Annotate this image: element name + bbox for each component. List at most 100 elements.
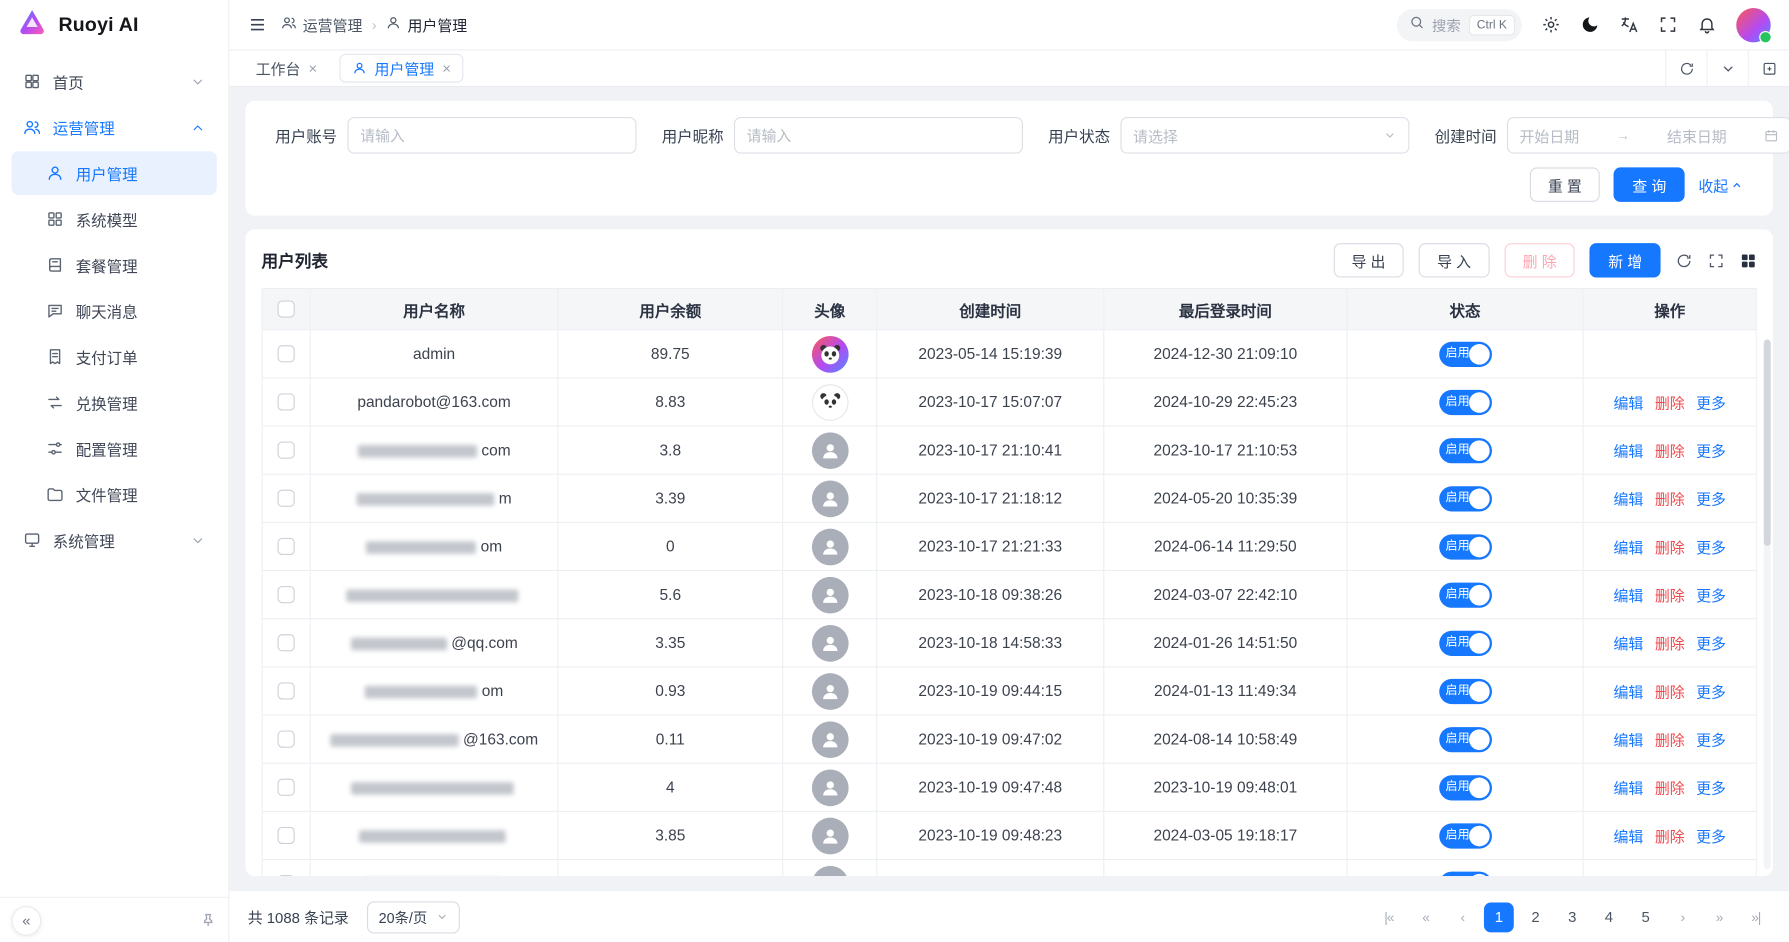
status-select[interactable]: 请选择: [1120, 117, 1409, 154]
more-link[interactable]: 更多: [1696, 394, 1726, 411]
collapse-filter-link[interactable]: 收起: [1698, 174, 1743, 196]
more-link[interactable]: 更多: [1696, 635, 1726, 652]
page-size-select[interactable]: 20条/页: [367, 901, 459, 933]
sidebar-subitem-1-7[interactable]: 文件管理: [11, 472, 216, 516]
content-fullscreen-icon[interactable]: [1748, 50, 1789, 86]
sidebar-item-1[interactable]: 运营管理: [11, 106, 216, 150]
more-link[interactable]: 更多: [1696, 443, 1726, 460]
sidebar-subitem-1-4[interactable]: 支付订单: [11, 335, 216, 379]
row-checkbox[interactable]: [278, 827, 295, 844]
select-all-checkbox[interactable]: [278, 301, 295, 318]
row-checkbox[interactable]: [278, 442, 295, 459]
edit-link[interactable]: 编辑: [1614, 683, 1644, 700]
nickname-input[interactable]: [747, 127, 1011, 144]
sidebar-subitem-1-0[interactable]: 用户管理: [11, 151, 216, 195]
breadcrumb-users[interactable]: 用户管理: [386, 14, 467, 36]
settings-icon[interactable]: [1541, 15, 1560, 34]
refresh-icon[interactable]: [1675, 252, 1692, 269]
edit-link[interactable]: 编辑: [1614, 539, 1644, 556]
delete-link[interactable]: 删除: [1655, 394, 1685, 411]
user-avatar[interactable]: [1736, 7, 1770, 41]
delete-link[interactable]: 删除: [1655, 683, 1685, 700]
more-link[interactable]: 更多: [1696, 732, 1726, 749]
import-button[interactable]: 导 入: [1419, 243, 1490, 277]
vertical-scrollbar[interactable]: [1764, 339, 1771, 869]
status-toggle[interactable]: 启用: [1439, 726, 1492, 751]
delete-link[interactable]: 删除: [1655, 828, 1685, 845]
row-checkbox[interactable]: [278, 394, 295, 411]
more-link[interactable]: 更多: [1696, 587, 1726, 604]
translate-icon[interactable]: [1619, 15, 1638, 34]
close-icon[interactable]: ×: [442, 61, 451, 76]
delete-link[interactable]: 删除: [1655, 780, 1685, 797]
edit-link[interactable]: 编辑: [1614, 635, 1644, 652]
row-checkbox[interactable]: [278, 490, 295, 507]
page-2-button[interactable]: 2: [1521, 902, 1551, 932]
edit-link[interactable]: 编辑: [1614, 587, 1644, 604]
delete-button[interactable]: 删 除: [1504, 243, 1575, 277]
tab-workbench[interactable]: 工作台 ×: [243, 54, 330, 83]
sidebar-subitem-1-2[interactable]: 套餐管理: [11, 243, 216, 287]
prev-page-button[interactable]: ‹: [1447, 902, 1477, 932]
delete-link[interactable]: 删除: [1655, 635, 1685, 652]
status-toggle[interactable]: 启用: [1439, 823, 1492, 848]
row-checkbox[interactable]: [278, 683, 295, 700]
row-checkbox[interactable]: [278, 635, 295, 652]
tab-user-management[interactable]: 用户管理 ×: [339, 54, 464, 83]
edit-link[interactable]: 编辑: [1614, 780, 1644, 797]
row-checkbox[interactable]: [278, 876, 295, 877]
page-5-button[interactable]: 5: [1631, 902, 1661, 932]
dark-mode-icon[interactable]: [1580, 15, 1599, 34]
close-icon[interactable]: ×: [309, 61, 318, 76]
row-checkbox[interactable]: [278, 779, 295, 796]
status-toggle[interactable]: 启用: [1439, 341, 1492, 366]
page-1-button[interactable]: 1: [1484, 902, 1514, 932]
scrollbar-thumb[interactable]: [1764, 339, 1771, 545]
next-page-button[interactable]: ›: [1667, 902, 1697, 932]
delete-link[interactable]: 删除: [1655, 491, 1685, 508]
sidebar-item-0[interactable]: 首页: [11, 60, 216, 104]
page-4-button[interactable]: 4: [1594, 902, 1624, 932]
edit-link[interactable]: 编辑: [1614, 491, 1644, 508]
refresh-icon[interactable]: [1665, 50, 1706, 86]
status-toggle[interactable]: 启用: [1439, 871, 1492, 876]
account-input[interactable]: [360, 127, 624, 144]
sidebar-subitem-1-6[interactable]: 配置管理: [11, 427, 216, 471]
row-checkbox[interactable]: [278, 731, 295, 748]
status-toggle[interactable]: 启用: [1439, 534, 1492, 559]
edit-link[interactable]: 编辑: [1614, 443, 1644, 460]
prev-5-pages-button[interactable]: «: [1411, 902, 1441, 932]
edit-link[interactable]: 编辑: [1614, 828, 1644, 845]
bell-icon[interactable]: [1697, 15, 1716, 34]
first-page-button[interactable]: |«: [1374, 902, 1404, 932]
status-toggle[interactable]: 启用: [1439, 630, 1492, 655]
next-5-pages-button[interactable]: »: [1704, 902, 1734, 932]
breadcrumb-operations[interactable]: 运营管理: [281, 14, 362, 36]
status-toggle[interactable]: 启用: [1439, 678, 1492, 703]
edit-link[interactable]: 编辑: [1614, 732, 1644, 749]
delete-link[interactable]: 删除: [1655, 732, 1685, 749]
sidebar-subitem-1-1[interactable]: 系统模型: [11, 197, 216, 241]
query-button[interactable]: 查 询: [1614, 167, 1685, 201]
edit-link[interactable]: 编辑: [1614, 394, 1644, 411]
sidebar-collapse-button[interactable]: «: [11, 905, 41, 935]
delete-link[interactable]: 删除: [1655, 443, 1685, 460]
status-toggle[interactable]: 启用: [1439, 389, 1492, 414]
sidebar-subitem-1-3[interactable]: 聊天消息: [11, 289, 216, 333]
delete-link[interactable]: 删除: [1655, 539, 1685, 556]
chevron-down-icon[interactable]: [1706, 50, 1747, 86]
page-3-button[interactable]: 3: [1557, 902, 1587, 932]
last-page-button[interactable]: »|: [1741, 902, 1771, 932]
add-button[interactable]: 新 增: [1590, 243, 1661, 277]
reset-button[interactable]: 重 置: [1530, 167, 1601, 201]
more-link[interactable]: 更多: [1696, 683, 1726, 700]
row-checkbox[interactable]: [278, 538, 295, 555]
more-link[interactable]: 更多: [1696, 491, 1726, 508]
fullscreen-icon[interactable]: [1658, 15, 1677, 34]
more-link[interactable]: 更多: [1696, 828, 1726, 845]
sidebar-subitem-1-5[interactable]: 兑换管理: [11, 381, 216, 425]
global-search[interactable]: 搜索 Ctrl K: [1396, 9, 1521, 41]
menu-toggle-icon[interactable]: [248, 15, 267, 34]
column-settings-icon[interactable]: [1740, 252, 1757, 269]
pin-icon[interactable]: [200, 912, 217, 929]
